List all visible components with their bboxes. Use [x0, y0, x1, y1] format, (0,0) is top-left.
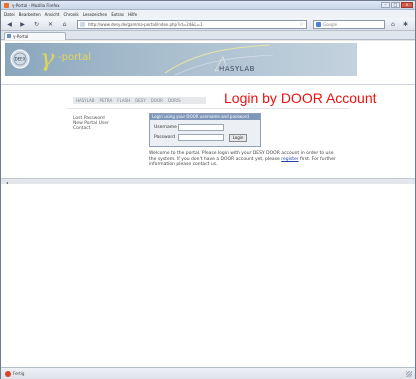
sidebar-links: Lost Password New Portal User Contact — [73, 116, 109, 131]
reload-icon[interactable]: ↻ — [32, 21, 41, 29]
window-title: γ-Portal - Mozilla Firefox — [12, 3, 60, 8]
status-text: Fertig — [13, 371, 25, 376]
nav-link-door[interactable]: DOOR — [151, 98, 163, 103]
menu-gear-icon[interactable]: ✱ — [403, 21, 408, 28]
login-form: Login using your DOOR username and passw… — [149, 113, 261, 147]
forward-icon[interactable]: ▶ — [18, 21, 27, 29]
resize-grip-icon[interactable] — [406, 371, 412, 377]
menu-tools[interactable]: Extras — [111, 12, 124, 17]
footer-arrow-icon: ◂ — [6, 180, 9, 185]
content-divider — [67, 108, 349, 109]
portal-wordmark: -portal — [58, 52, 92, 63]
gamma-logo-letter: γ — [40, 44, 55, 72]
portal-banner: DEEX γ -portal HASYLAB — [5, 43, 357, 76]
username-label: Username — [154, 125, 177, 130]
back-icon[interactable]: ◀ — [5, 21, 14, 29]
page-footer-bar: ◂ — [1, 178, 415, 185]
page-viewport: DEEX γ -portal HASYLAB HASYLAB PETRA FLA… — [1, 41, 415, 367]
stop-icon[interactable]: ✕ — [46, 21, 55, 29]
close-button[interactable]: × — [401, 2, 413, 8]
menu-file[interactable]: Datei — [4, 12, 15, 17]
menu-edit[interactable]: Bearbeiten — [19, 12, 41, 17]
menu-history[interactable]: Chronik — [63, 12, 78, 17]
username-input[interactable] — [178, 124, 224, 131]
home-icon[interactable]: ⌂ — [391, 21, 395, 28]
login-form-header: Login using your DOOR username and passw… — [150, 114, 260, 120]
nav-link-desy[interactable]: DESY — [135, 98, 146, 103]
menu-bar: Datei Bearbeiten Ansicht Chronik Lesezei… — [1, 10, 415, 18]
search-placeholder: Google — [323, 22, 338, 27]
contact-link[interactable]: Contact — [73, 126, 109, 131]
google-icon — [316, 22, 321, 27]
firefox-icon — [4, 3, 9, 8]
tab-strip: γ-Portal — [1, 31, 415, 40]
nav-link-flash[interactable]: FLASH — [117, 98, 130, 103]
top-nav-links: HASYLAB PETRA FLASH DESY DOOR DORIS — [73, 97, 206, 104]
nav-link-hasylab[interactable]: HASYLAB — [76, 98, 95, 103]
home-nav-icon[interactable]: ⌂ — [60, 21, 69, 29]
maximize-button[interactable]: □ — [391, 2, 400, 8]
title-bar: γ-Portal - Mozilla Firefox – □ × — [1, 1, 415, 10]
register-link[interactable]: register — [281, 157, 298, 162]
status-icon — [5, 371, 11, 377]
password-input[interactable] — [178, 134, 224, 141]
header-divider — [1, 84, 415, 85]
tab-gamma-portal[interactable]: γ-Portal — [4, 32, 66, 40]
status-bar: Fertig — [1, 367, 415, 379]
url-bar[interactable]: http://www.desy.de/gamma-portal/index.ph… — [77, 20, 307, 29]
banner-decoration — [164, 44, 274, 76]
nav-link-doris[interactable]: DORIS — [168, 98, 181, 103]
password-label: Password — [154, 135, 176, 140]
page-headline: Login by DOOR Account — [224, 90, 377, 106]
menu-help[interactable]: Hilfe — [128, 12, 137, 17]
welcome-text: Welcome to the portal. Please login with… — [149, 151, 337, 168]
login-button[interactable]: Login — [229, 134, 247, 142]
navigation-toolbar: ◀ ▶ ↻ ✕ ⌂ http://www.desy.de/gamma-porta… — [1, 18, 415, 31]
minimize-button[interactable]: – — [381, 2, 390, 8]
bookmark-star-icon[interactable]: ☆ — [299, 21, 304, 28]
tab-favicon — [7, 34, 11, 38]
tab-label: γ-Portal — [13, 34, 29, 39]
menu-bookmarks[interactable]: Lesezeichen — [83, 12, 108, 17]
deex-logo: DEEX — [10, 49, 30, 69]
deex-text: DEEX — [15, 57, 26, 62]
nav-link-petra[interactable]: PETRA — [100, 98, 113, 103]
search-box[interactable]: Google — [313, 20, 385, 29]
hasylab-label: HASYLAB — [219, 65, 255, 73]
browser-window: γ-Portal - Mozilla Firefox – □ × Datei B… — [0, 0, 416, 379]
url-text: http://www.desy.de/gamma-portal/index.ph… — [88, 22, 203, 27]
menu-view[interactable]: Ansicht — [45, 12, 60, 17]
site-favicon — [80, 22, 85, 27]
